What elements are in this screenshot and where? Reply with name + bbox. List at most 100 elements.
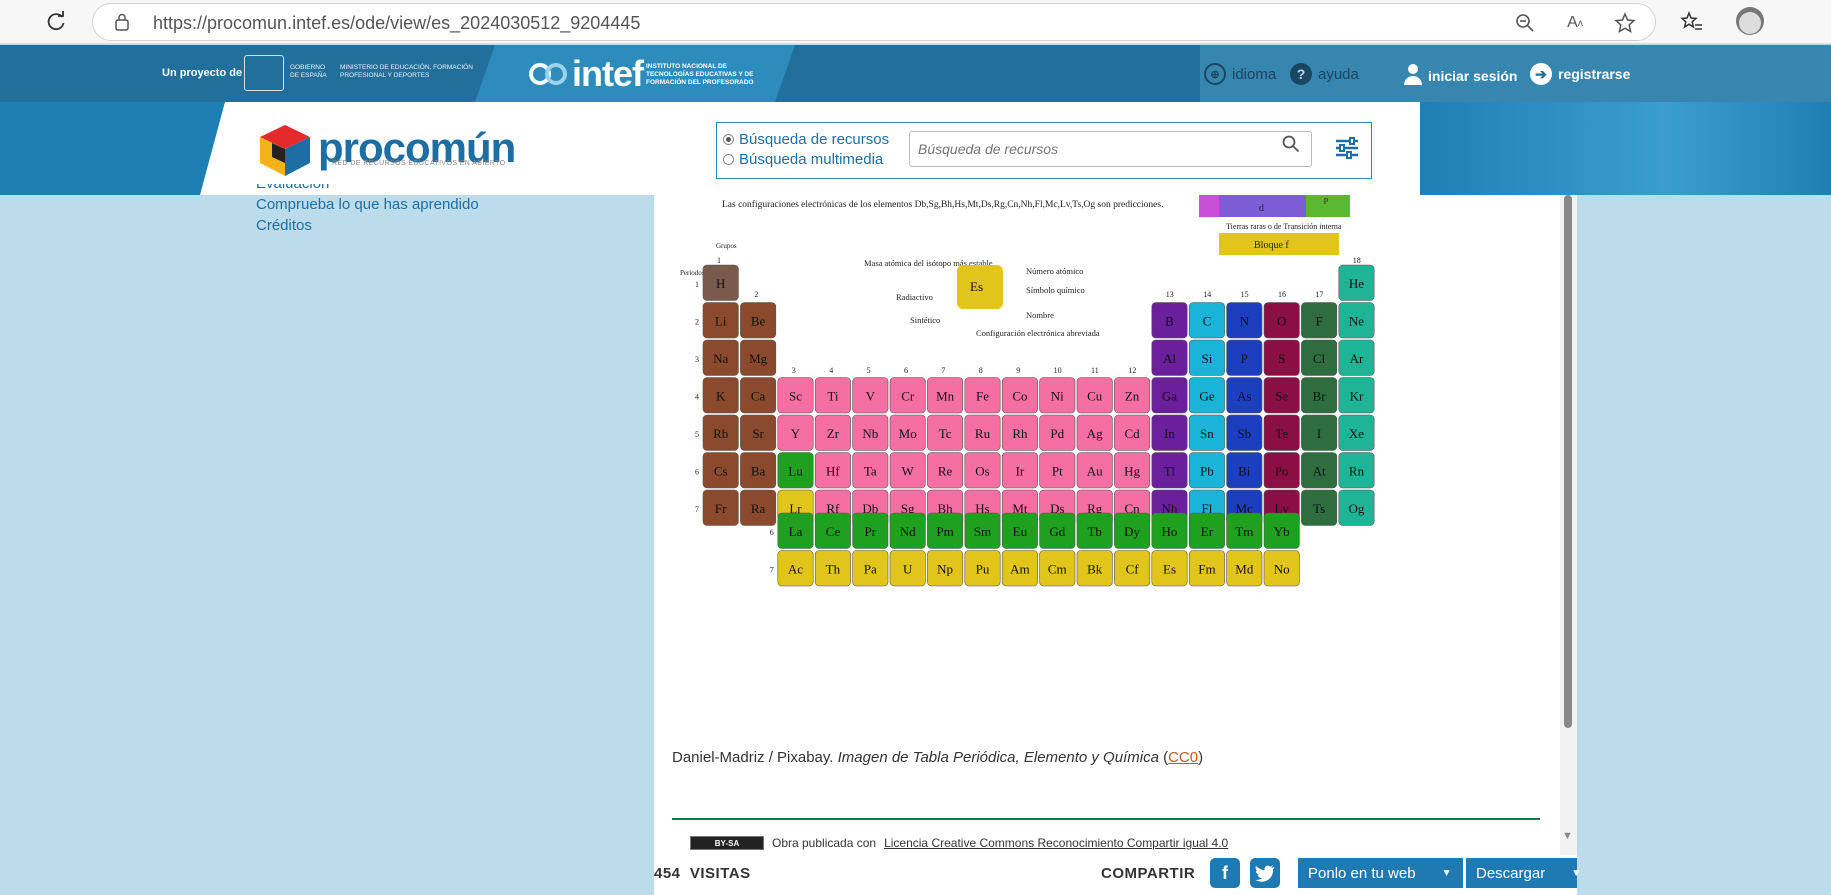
element-symbol-At: At <box>1313 464 1326 479</box>
element-symbol-Hg: Hg <box>1124 464 1140 479</box>
element-symbol-Og: Og <box>1349 501 1365 516</box>
legend-radiactivo-label: Radiactivo <box>896 292 933 302</box>
element-symbol-Dy: Dy <box>1124 524 1140 539</box>
period-number: 3 <box>695 355 699 364</box>
element-symbol-Ar: Ar <box>1350 351 1364 366</box>
element-symbol-Ho: Ho <box>1162 524 1178 539</box>
procomun-cube-icon[interactable] <box>258 123 313 178</box>
cc-by-sa-badge[interactable]: BY-SA <box>690 836 764 850</box>
chevron-down-icon: ▼ <box>1441 867 1452 879</box>
element-symbol-Br: Br <box>1313 389 1327 404</box>
group-number: 5 <box>867 366 871 375</box>
element-symbol-Fe: Fe <box>976 389 989 404</box>
facebook-icon[interactable]: f <box>1210 858 1240 888</box>
element-symbol-C: C <box>1203 314 1212 329</box>
element-symbol-Bk: Bk <box>1087 562 1103 577</box>
element-symbol-Er: Er <box>1201 524 1214 539</box>
cc0-license-link[interactable]: CC0 <box>1168 749 1198 766</box>
filter-sliders-icon[interactable] <box>1335 137 1359 164</box>
embed-button[interactable]: Ponlo en tu web ▼ <box>1298 858 1463 888</box>
element-symbol-U: U <box>903 562 913 577</box>
element-symbol-Nb: Nb <box>862 426 878 441</box>
intef-top-strip: Un proyecto de GOBIERNO DE ESPAÑA MINIST… <box>0 45 1831 102</box>
profile-avatar[interactable] <box>1736 7 1764 35</box>
ayuda-menu[interactable]: ? ayuda <box>1290 63 1359 85</box>
group-number: 2 <box>754 290 758 299</box>
reload-icon[interactable] <box>40 6 72 38</box>
nav-item-evaluacion[interactable]: Evaluación <box>256 184 479 194</box>
group-number: 17 <box>1315 290 1323 299</box>
ayuda-label: ayuda <box>1318 65 1359 83</box>
register-label: registrarse <box>1558 66 1631 82</box>
license-link[interactable]: Licencia Creative Commons Reconocimiento… <box>884 836 1228 850</box>
radio-multimedia-label: Búsqueda multimedia <box>739 151 884 168</box>
group-number: 6 <box>904 366 908 375</box>
group-number: 14 <box>1203 290 1211 299</box>
legend-nombre-label: Nombre <box>1026 310 1054 320</box>
search-icon[interactable] <box>1282 135 1300 158</box>
radio-busqueda-recursos[interactable]: Búsqueda de recursos <box>723 131 889 148</box>
element-symbol-Sc: Sc <box>789 389 802 404</box>
user-icon <box>1404 63 1422 89</box>
browser-toolbar: https://procomun.intef.es/ode/view/es_20… <box>0 0 1831 44</box>
element-symbol-O: O <box>1277 314 1286 329</box>
nav-item-creditos[interactable]: Créditos <box>256 215 479 236</box>
download-button[interactable]: Descargar ▼ <box>1466 858 1581 888</box>
table-note: Las configuraciones electrónicas de los … <box>722 199 1163 210</box>
procomun-tagline: RED DE RECURSOS EDUCATIVOS EN ABIERTO <box>332 160 506 167</box>
idioma-menu[interactable]: ⊕ idioma <box>1204 63 1276 85</box>
scroll-down-icon[interactable]: ▼ <box>1562 830 1573 842</box>
element-symbol-Ta: Ta <box>864 464 877 479</box>
element-symbol-Yb: Yb <box>1274 524 1290 539</box>
favorites-list-icon[interactable] <box>1676 6 1708 38</box>
element-symbol-Fr: Fr <box>715 501 727 516</box>
element-symbol-Nd: Nd <box>900 524 916 539</box>
twitter-icon[interactable] <box>1250 858 1280 888</box>
f-period-number: 7 <box>770 566 774 575</box>
element-symbol-Y: Y <box>791 426 801 441</box>
period-number: 5 <box>695 430 699 439</box>
lock-icon <box>115 13 129 36</box>
element-symbol-Zr: Zr <box>827 426 840 441</box>
element-symbol-Co: Co <box>1012 389 1027 404</box>
group-number: 10 <box>1054 366 1062 375</box>
element-symbol-Ir: Ir <box>1016 464 1025 479</box>
element-symbol-Tb: Tb <box>1087 524 1101 539</box>
url-text[interactable]: https://procomun.intef.es/ode/view/es_20… <box>153 13 640 34</box>
embed-label: Ponlo en tu web <box>1308 864 1416 882</box>
period-number: 2 <box>695 318 699 327</box>
group-number: 13 <box>1166 290 1174 299</box>
group-number: 7 <box>941 366 945 375</box>
nav-item-comprueba[interactable]: Comprueba lo que has aprendido <box>256 194 479 215</box>
element-symbol-W: W <box>902 464 915 479</box>
intef-logo-icon <box>528 57 568 96</box>
visit-count: 454 VISITAS <box>654 865 751 882</box>
tierras-raras-label: Tierras raras o de Transición interna <box>1226 222 1342 231</box>
element-symbol-Bi: Bi <box>1238 464 1251 479</box>
radio-busqueda-multimedia[interactable]: Búsqueda multimedia <box>723 151 883 168</box>
legend-simbolo-label: Símbolo químico <box>1026 285 1085 295</box>
element-symbol-Cm: Cm <box>1048 562 1067 577</box>
element-symbol-Te: Te <box>1275 426 1288 441</box>
element-symbol-Ge: Ge <box>1199 389 1214 404</box>
image-credit: Daniel-Madriz / Pixabay. Imagen de Tabla… <box>672 749 1203 766</box>
element-symbol-Na: Na <box>713 351 728 366</box>
favorite-star-icon[interactable] <box>1611 10 1639 36</box>
element-symbol-Be: Be <box>751 314 766 329</box>
group-number: 16 <box>1278 290 1286 299</box>
address-bar[interactable]: https://procomun.intef.es/ode/view/es_20… <box>92 3 1656 41</box>
element-symbol-Zn: Zn <box>1125 389 1140 404</box>
read-aloud-icon[interactable]: Aʌ <box>1561 10 1589 36</box>
scrollbar-thumb[interactable] <box>1564 195 1572 728</box>
element-symbol-Lu: Lu <box>788 464 803 479</box>
element-symbol-Xe: Xe <box>1349 426 1364 441</box>
register-link[interactable]: ➔ registrarse <box>1530 63 1630 85</box>
element-symbol-Tc: Tc <box>939 426 952 441</box>
zoom-out-icon[interactable] <box>1511 10 1539 36</box>
search-input[interactable] <box>909 131 1312 167</box>
intef-logo-text: intef <box>572 53 644 94</box>
element-symbol-H: H <box>716 276 725 291</box>
element-symbol-Es: Es <box>1163 562 1176 577</box>
gobierno-shield-icon <box>244 55 284 91</box>
login-link[interactable]: iniciar sesión <box>1404 63 1517 89</box>
